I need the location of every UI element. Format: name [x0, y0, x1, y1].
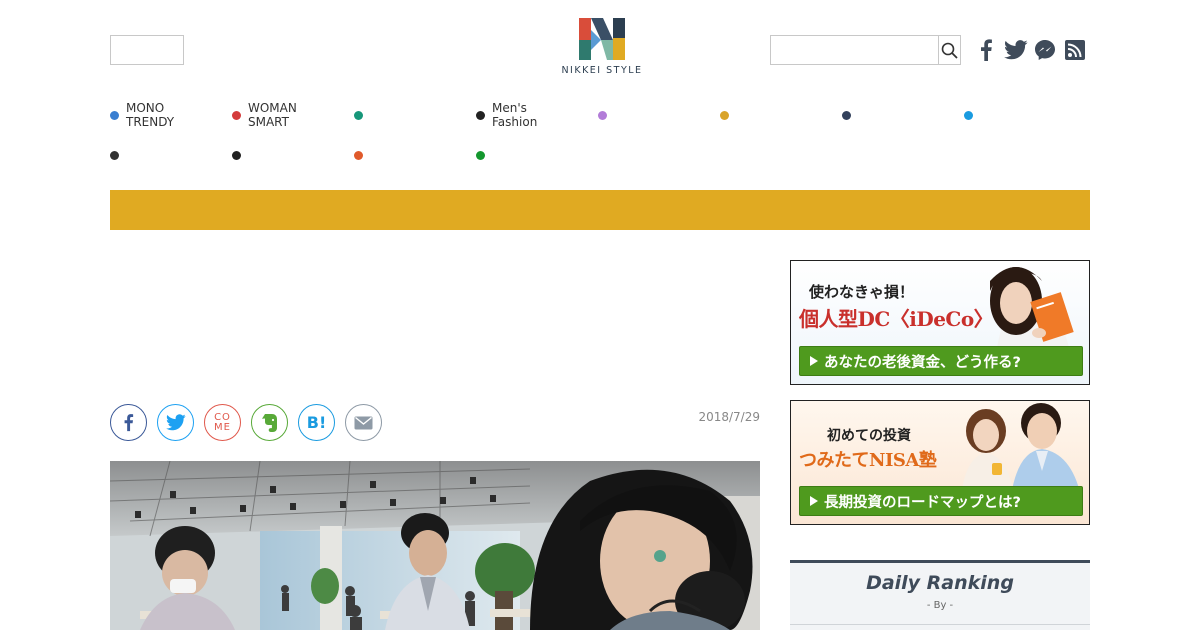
rss-icon — [1065, 40, 1085, 60]
search-box — [770, 35, 961, 65]
ad-cta-button[interactable]: あなたの老後資金、どう作る? — [799, 346, 1083, 376]
nav-dot — [354, 151, 363, 160]
twitter-link[interactable] — [1004, 38, 1028, 62]
nav-dot — [598, 111, 607, 120]
daily-ranking: Daily Ranking - By - — [790, 560, 1090, 630]
nav-dot — [476, 110, 485, 120]
nav-label: WOMAN SMART — [248, 101, 297, 129]
logo-mark-icon — [579, 18, 625, 60]
ad-subheadline: 個人型DC〈iDeCo〉 — [799, 307, 994, 331]
twitter-icon — [165, 414, 186, 431]
ranking-divider — [790, 624, 1090, 625]
nav-item-3[interactable] — [354, 111, 370, 120]
nav-item-woman-smart[interactable]: WOMAN SMART — [232, 101, 297, 129]
rss-link[interactable] — [1063, 38, 1087, 62]
search-button[interactable] — [938, 36, 960, 64]
header-left-box[interactable] — [110, 35, 184, 65]
office-scene-image — [110, 461, 760, 630]
nav-label: Men's Fashion — [492, 101, 538, 129]
article-photo — [110, 461, 760, 630]
nav-dot — [720, 111, 729, 120]
ad-cta-label: 長期投資のロードマップとは? — [824, 494, 1021, 511]
ad-headline: 初めての投資 — [827, 428, 911, 444]
facebook-link[interactable] — [974, 38, 998, 62]
nav-item-8[interactable] — [964, 111, 980, 120]
play-arrow-icon — [810, 356, 818, 366]
nav-item-mono-trendy[interactable]: MONO TRENDY — [110, 101, 174, 129]
nav-item-9[interactable] — [110, 151, 126, 160]
ranking-title: Daily Ranking — [866, 572, 1014, 594]
nav-dot — [232, 110, 241, 120]
nav-item-mens-fashion[interactable]: Men's Fashion — [476, 101, 537, 129]
hatena-bookmark-icon: B! — [306, 413, 327, 432]
share-mail-button[interactable] — [345, 404, 382, 441]
share-come-button[interactable]: CO ME — [204, 404, 241, 441]
nav-dot — [110, 110, 119, 120]
nav-dot — [354, 111, 363, 120]
site-logo[interactable]: NIKKEI STYLE — [552, 18, 652, 84]
article-date: 2018/7/29 — [698, 410, 760, 424]
ad-subheadline: つみたてNISA塾 — [799, 450, 937, 471]
ranking-by: - By - — [926, 600, 954, 611]
ad-cta-label: あなたの老後資金、どう作る? — [824, 354, 1021, 371]
ad-banner-ideco[interactable]: 使わなきゃ損！ 個人型DC〈iDeCo〉 あなたの老後資金、どう作る? — [790, 260, 1090, 385]
come-icon-top: CO — [214, 411, 231, 423]
facebook-icon — [124, 414, 134, 432]
share-evernote-button[interactable] — [251, 404, 288, 441]
evernote-icon — [261, 413, 277, 432]
couple-photo-icon — [961, 403, 1081, 496]
nav-dot — [232, 151, 241, 160]
nav-dot — [476, 151, 485, 160]
nav-item-5[interactable] — [598, 111, 614, 120]
messenger-link[interactable] — [1033, 38, 1057, 62]
nav-item-12[interactable] — [476, 151, 492, 160]
search-icon — [941, 42, 958, 59]
come-icon-bottom: ME — [214, 421, 231, 433]
search-input[interactable] — [771, 36, 938, 64]
nav-item-11[interactable] — [354, 151, 370, 160]
ad-cta-button[interactable]: 長期投資のロードマップとは? — [799, 486, 1083, 516]
nav-item-10[interactable] — [232, 151, 248, 160]
share-hatena-button[interactable]: B! — [298, 404, 335, 441]
share-facebook-button[interactable] — [110, 404, 147, 441]
nav-item-6[interactable] — [720, 111, 736, 120]
nav-item-7[interactable] — [842, 111, 858, 120]
nav-dot — [842, 111, 851, 120]
mail-icon — [354, 416, 373, 429]
play-arrow-icon — [810, 496, 818, 506]
page: NIKKEI STYLE MONO TRENDY WOMAN SMART Men… — [0, 0, 1200, 630]
category-bar — [110, 190, 1090, 230]
share-twitter-button[interactable] — [157, 404, 194, 441]
logo-text: NIKKEI STYLE — [561, 65, 643, 76]
nav-dot — [964, 111, 973, 120]
facebook-icon — [981, 39, 992, 61]
twitter-icon — [1004, 40, 1028, 60]
nav-label: MONO TRENDY — [126, 101, 175, 129]
nav-dot — [110, 151, 119, 160]
ad-headline: 使わなきゃ損！ — [809, 283, 915, 301]
messenger-icon — [1035, 40, 1055, 60]
ad-banner-nisa[interactable]: 初めての投資 つみたてNISA塾 長期投資のロードマップとは? — [790, 400, 1090, 525]
